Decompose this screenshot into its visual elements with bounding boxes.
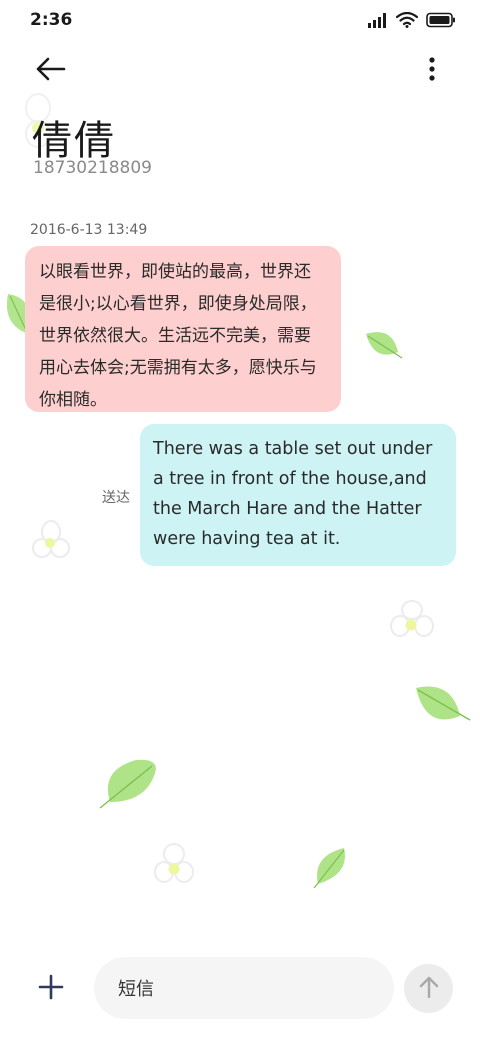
battery-icon — [426, 12, 456, 32]
outgoing-message-bubble[interactable]: There was a table set out under a tree i… — [140, 424, 456, 566]
leaf-decoration — [416, 686, 471, 721]
signal-icon — [368, 12, 388, 32]
arrow-up-icon — [416, 974, 442, 1004]
message-input[interactable]: 短信 — [94, 957, 394, 1019]
delivery-status: 送达 — [102, 490, 130, 506]
status-icons — [368, 11, 456, 32]
leaf-decoration — [99, 759, 156, 809]
flower-decoration — [32, 520, 70, 558]
contact-number: 18730218809 — [33, 158, 152, 178]
flower-decoration — [390, 600, 434, 637]
send-button[interactable] — [404, 964, 453, 1013]
more-options-button[interactable] — [422, 52, 442, 86]
back-button[interactable] — [32, 52, 72, 86]
arrow-left-icon — [32, 57, 68, 90]
plus-icon — [32, 974, 70, 1010]
add-attachment-button[interactable] — [32, 968, 70, 1006]
status-time: 2:36 — [30, 10, 73, 30]
flower-decoration — [154, 843, 194, 883]
message-timestamp: 2016-6-13 13:49 — [30, 222, 148, 238]
incoming-message-bubble[interactable]: 以眼看世界，即使站的最高，世界还是很小;以心看世界，即使身处局限，世界依然很大。… — [25, 246, 341, 412]
more-vertical-icon — [422, 57, 442, 90]
wifi-icon — [395, 11, 419, 32]
leaf-decoration — [313, 848, 345, 889]
status-bar: 2:36 — [0, 0, 480, 42]
leaf-decoration — [366, 332, 403, 359]
message-input-placeholder: 短信 — [118, 979, 154, 1000]
